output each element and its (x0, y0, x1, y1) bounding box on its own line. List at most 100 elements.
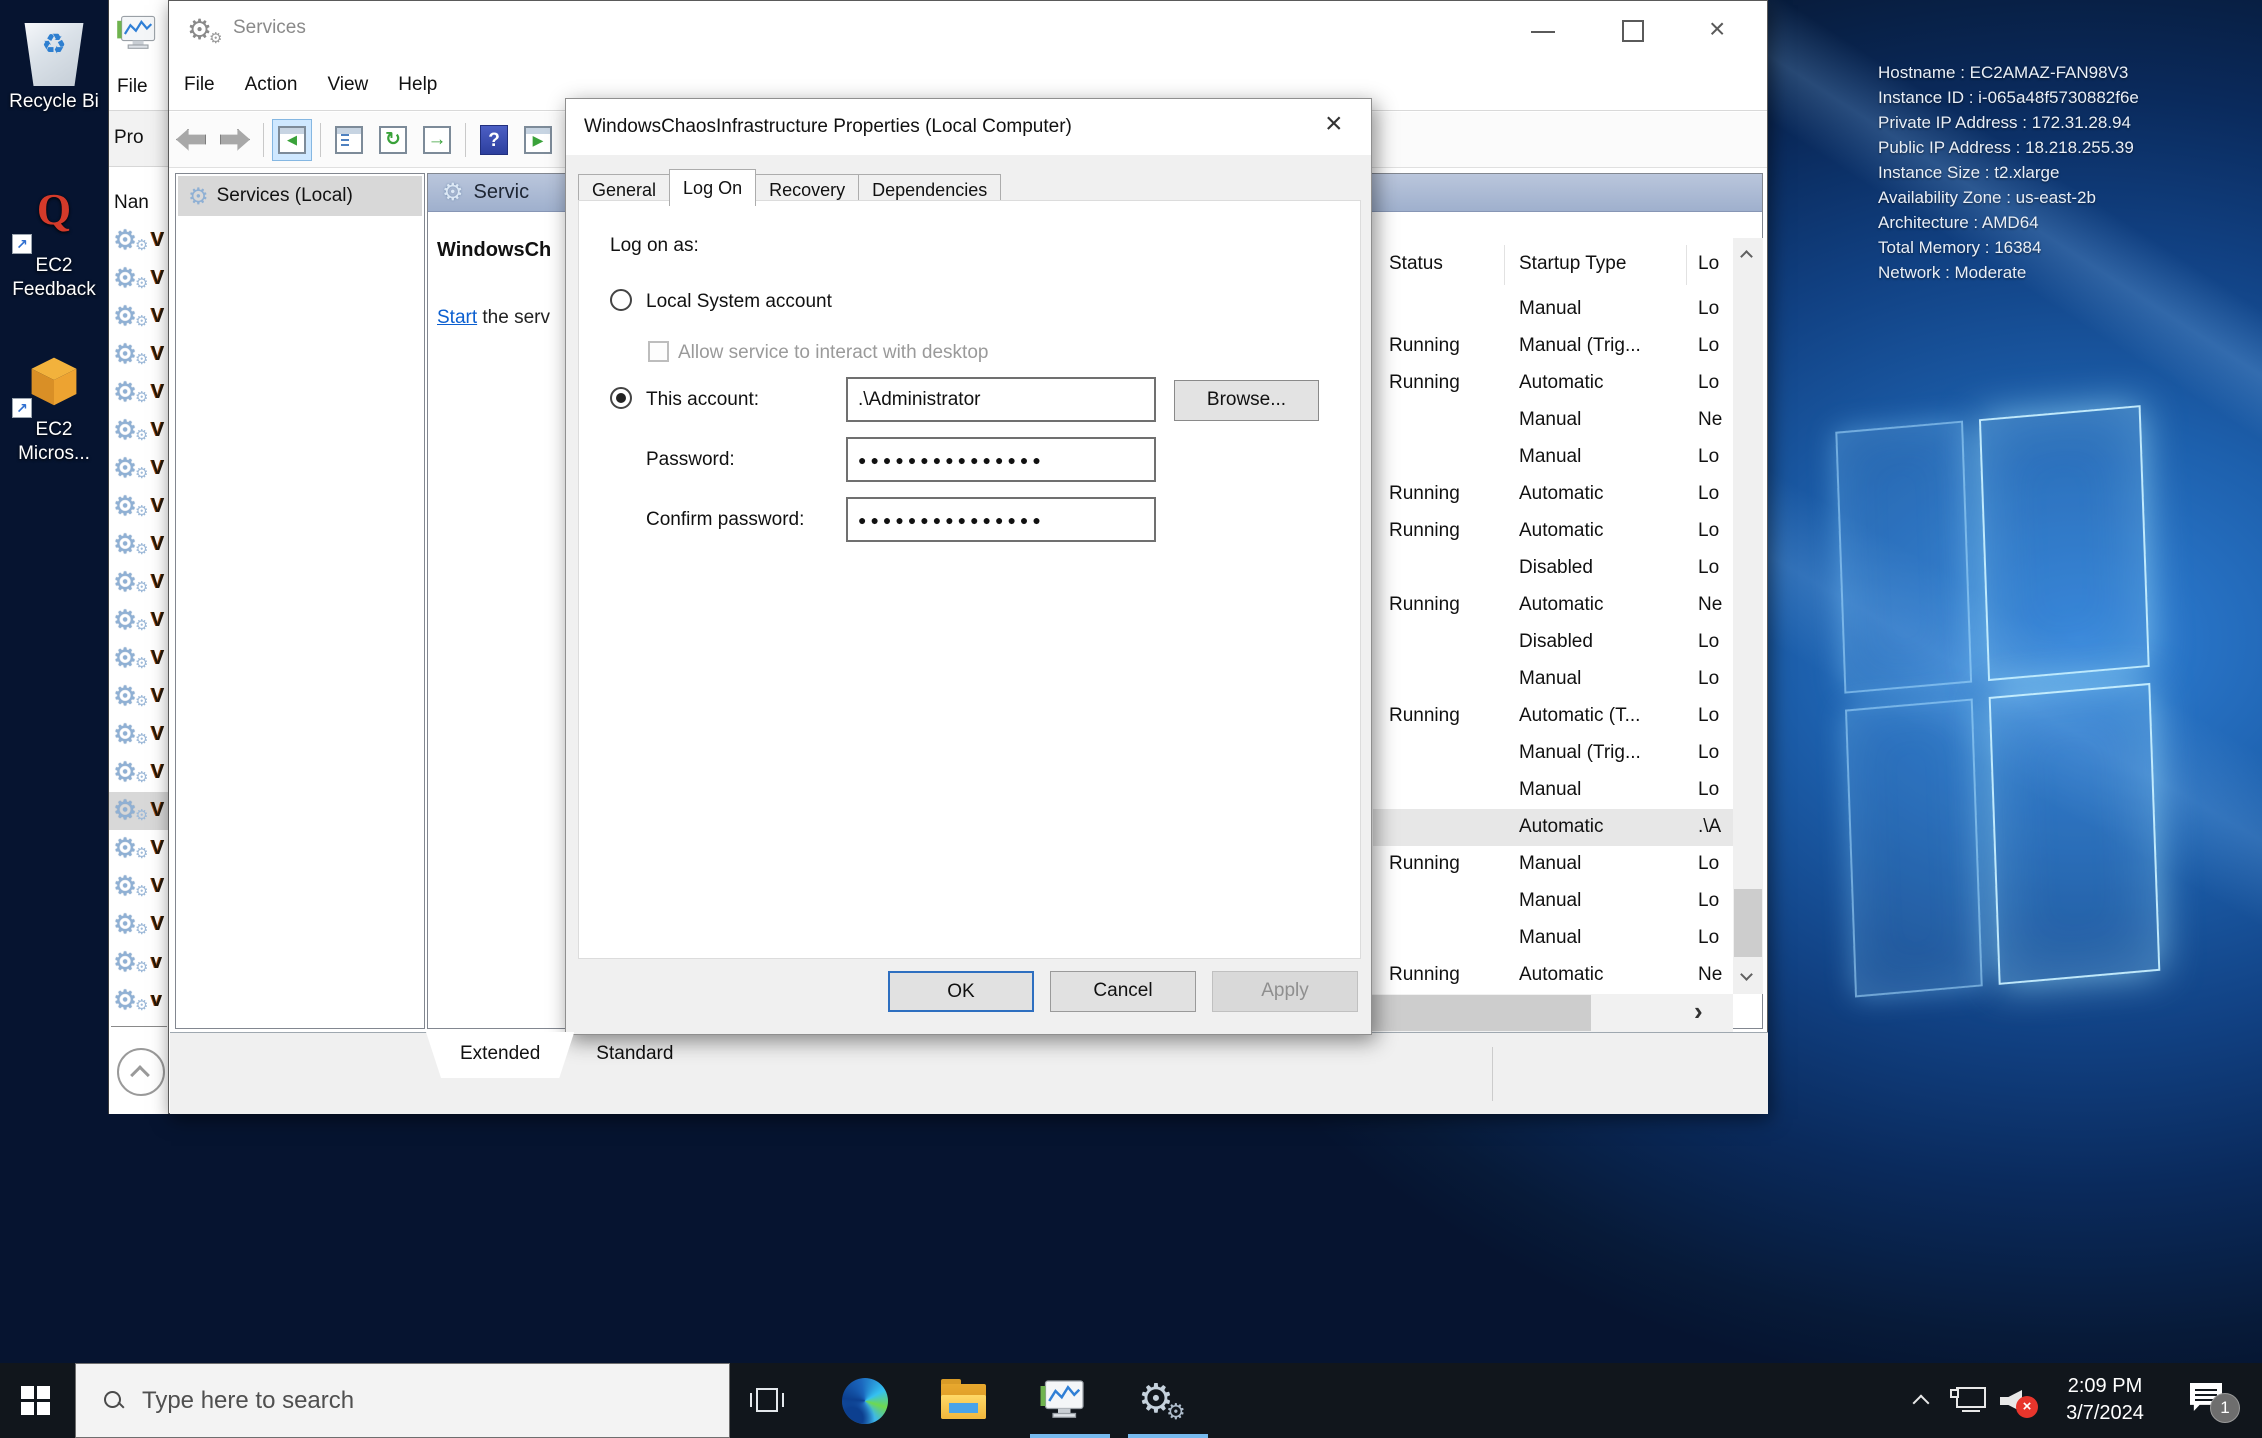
column-header-status[interactable]: Status (1389, 253, 1443, 275)
table-row[interactable]: Running Automatic Lo (1373, 513, 1733, 550)
service-row[interactable]: ⚙ ⚙ V (109, 830, 168, 868)
service-row[interactable]: ⚙ ⚙ V (109, 906, 168, 944)
desktop-icon-ec2-microsoft[interactable]: ↗ EC2 Micros... (0, 352, 108, 466)
account-field[interactable] (846, 377, 1156, 422)
service-row[interactable]: ⚙ ⚙ V (109, 716, 168, 754)
search-input[interactable] (142, 1387, 662, 1415)
service-row[interactable]: ⚙ ⚙ v (109, 982, 168, 1020)
background-window[interactable]: File Pro Nan ⚙ ⚙ V ⚙ ⚙ V ⚙ (108, 0, 168, 1114)
service-row[interactable]: ⚙ ⚙ V (109, 488, 168, 526)
name-column-header[interactable]: Nan (114, 192, 149, 214)
scroll-down-icon[interactable] (1733, 960, 1763, 994)
table-row[interactable]: Manual Lo (1373, 661, 1733, 698)
this-account-radio[interactable] (610, 387, 632, 409)
service-row[interactable]: ⚙ ⚙ V (109, 374, 168, 412)
service-row[interactable]: ⚙ ⚙ V (109, 564, 168, 602)
taskbar-perfmon-button[interactable] (1038, 1376, 1088, 1426)
table-row[interactable]: Manual (Trig... Lo (1373, 735, 1733, 772)
table-row[interactable]: Disabled Lo (1373, 624, 1733, 661)
service-row[interactable]: ⚙ ⚙ v (109, 944, 168, 982)
this-account-label[interactable]: This account: (646, 389, 759, 411)
column-header-startup-type[interactable]: Startup Type (1519, 253, 1626, 275)
cancel-button[interactable]: Cancel (1050, 971, 1196, 1012)
tray-network-icon[interactable] (1950, 1387, 1990, 1417)
table-row[interactable]: Running Automatic Ne (1373, 587, 1733, 624)
service-row[interactable]: ⚙ ⚙ V (109, 868, 168, 906)
service-row[interactable]: ⚙ ⚙ V (109, 526, 168, 564)
table-row[interactable]: Running Manual Lo (1373, 846, 1733, 883)
services-titlebar[interactable]: ⚙ ⚙ Services × (169, 1, 1767, 59)
menu-item[interactable]: File (169, 74, 230, 96)
table-row[interactable]: Manual Lo (1373, 920, 1733, 957)
start-service-button[interactable]: ▶ (518, 119, 558, 161)
start-button[interactable] (0, 1363, 72, 1438)
taskbar-edge-button[interactable] (840, 1376, 890, 1426)
close-button[interactable]: × (1691, 1, 1757, 59)
scroll-up-chevron-icon[interactable] (117, 1048, 165, 1096)
table-row[interactable]: Manual Lo (1373, 291, 1733, 328)
properties-button[interactable] (329, 119, 369, 161)
tray-clock[interactable]: 2:09 PM 3/7/2024 (2052, 1373, 2158, 1427)
menu-item[interactable]: Action (230, 74, 313, 96)
table-row[interactable]: Disabled Lo (1373, 550, 1733, 587)
tree-item-services-local[interactable]: ⚙ Services (Local) (178, 176, 422, 216)
start-service-link[interactable]: Start (437, 307, 477, 328)
action-center-button[interactable]: 1 (2190, 1383, 2242, 1423)
help-button[interactable]: ? (474, 119, 514, 161)
table-row[interactable]: Manual Lo (1373, 883, 1733, 920)
service-row[interactable]: ⚙ ⚙ V (109, 298, 168, 336)
vertical-scrollbar[interactable] (1733, 238, 1763, 994)
service-row[interactable]: ⚙ ⚙ V (109, 412, 168, 450)
export-list-button[interactable]: → (417, 119, 457, 161)
table-row[interactable]: Running Manual (Trig... Lo (1373, 328, 1733, 365)
scrollbar-thumb[interactable] (1734, 889, 1762, 957)
taskbar-services-button[interactable]: ⚙⚙ (1136, 1376, 1186, 1426)
scroll-right-icon[interactable]: › (1694, 996, 1703, 1027)
column-separator[interactable] (1686, 245, 1687, 285)
forward-button[interactable] (215, 119, 255, 161)
desktop-icon-ec2-feedback[interactable]: Q ↗ EC2 Feedback (0, 188, 108, 302)
service-row[interactable]: ⚙ ⚙ V (109, 640, 168, 678)
table-row[interactable]: Manual Lo (1373, 772, 1733, 809)
task-view-button[interactable] (752, 1385, 784, 1417)
desktop-icon-recycle-bin[interactable]: ♻ Recycle Bi (0, 16, 108, 114)
confirm-password-field[interactable]: ●●●●●●●●●●●●●●● (846, 497, 1156, 542)
password-field[interactable]: ●●●●●●●●●●●●●●● (846, 437, 1156, 482)
column-header-logon-as[interactable]: Lo (1698, 253, 1719, 275)
table-row[interactable]: Manual Ne (1373, 402, 1733, 439)
taskbar-explorer-button[interactable] (938, 1376, 988, 1426)
dialog-titlebar[interactable]: WindowsChaosInfrastructure Properties (L… (566, 99, 1371, 155)
service-row[interactable]: ⚙ ⚙ V (109, 450, 168, 488)
show-console-tree-button[interactable]: ◀ (272, 119, 312, 161)
browse-button[interactable]: Browse... (1174, 380, 1319, 421)
service-row[interactable]: ⚙ ⚙ V (109, 678, 168, 716)
dialog-tab[interactable]: Log On (669, 169, 756, 206)
service-row[interactable]: ⚙ ⚙ V (109, 754, 168, 792)
table-row[interactable]: Manual Lo (1373, 439, 1733, 476)
scroll-up-icon[interactable] (1733, 238, 1763, 272)
refresh-button[interactable]: ↻ (373, 119, 413, 161)
service-row[interactable]: ⚙ ⚙ V (109, 222, 168, 260)
back-button[interactable] (171, 119, 211, 161)
view-tab[interactable]: Extended (426, 1032, 574, 1078)
menu-item-file[interactable]: File (117, 76, 148, 98)
table-row[interactable]: Running Automatic Lo (1373, 476, 1733, 513)
service-row[interactable]: ⚙ ⚙ V (109, 260, 168, 298)
menu-item[interactable]: View (312, 74, 383, 96)
table-row[interactable]: Running Automatic (T... Lo (1373, 698, 1733, 735)
service-row[interactable]: ⚙ ⚙ V (109, 336, 168, 374)
table-row[interactable]: Running Automatic Lo (1373, 365, 1733, 402)
local-system-label[interactable]: Local System account (646, 291, 832, 313)
view-tab[interactable]: Standard (562, 1032, 707, 1078)
service-row[interactable]: ⚙ ⚙ V (109, 792, 168, 830)
dialog-close-button[interactable]: × (1309, 99, 1365, 151)
column-separator[interactable] (1504, 245, 1505, 285)
service-row[interactable]: ⚙ ⚙ V (109, 602, 168, 640)
maximize-button[interactable] (1601, 1, 1667, 59)
ok-button[interactable]: OK (888, 971, 1034, 1012)
taskbar-search[interactable] (75, 1363, 730, 1438)
minimize-button[interactable] (1511, 1, 1577, 59)
table-row[interactable]: Automatic .\A (1373, 809, 1733, 846)
menu-item[interactable]: Help (383, 74, 452, 96)
tray-show-hidden-icons[interactable] (1908, 1389, 1938, 1415)
